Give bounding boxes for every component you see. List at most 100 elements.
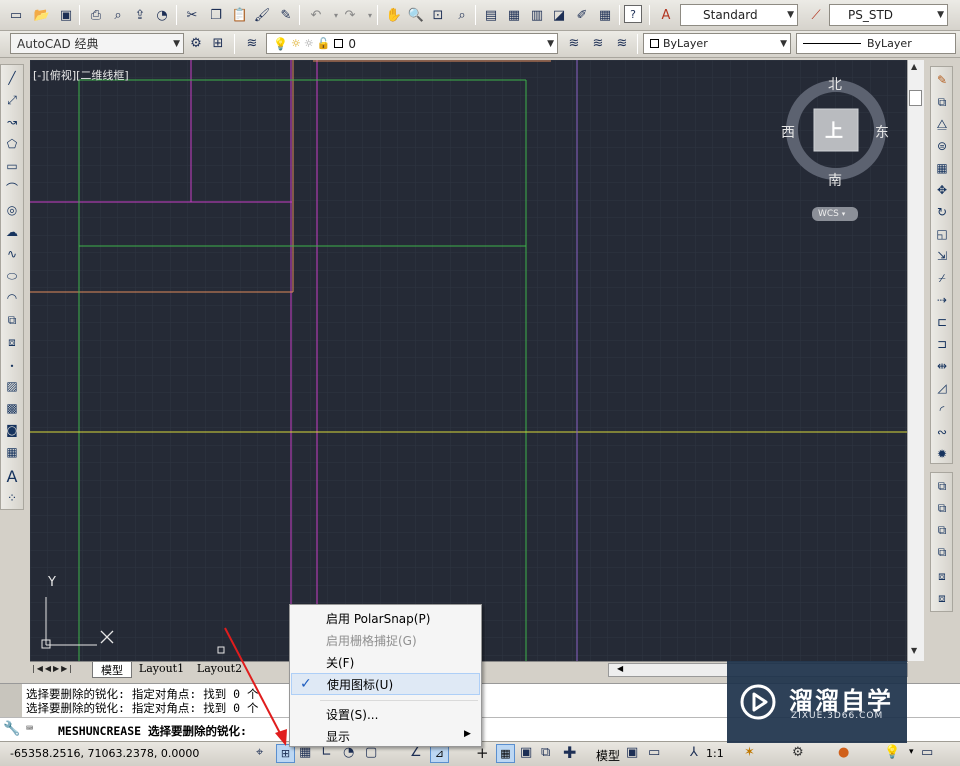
menu-item-enable-polarsnap[interactable]: 启用 PolarSnap(P) [291, 607, 480, 629]
line-icon[interactable]: ╱ [3, 69, 21, 87]
grid-display-icon[interactable]: ▦ [299, 745, 311, 760]
scroll-down-icon[interactable]: ▼ [911, 646, 917, 655]
pan-icon[interactable]: ✋ [384, 5, 404, 25]
annotation-visibility-icon[interactable]: ✶ [744, 745, 755, 760]
add-selected-icon[interactable]: ⁘ [3, 489, 21, 507]
markup-icon[interactable]: ✐ [572, 5, 592, 25]
tab-layout1[interactable]: Layout1 [134, 662, 189, 677]
layer-previous-icon[interactable]: ≋ [588, 33, 608, 53]
hatch-icon[interactable]: ▨ [3, 377, 21, 395]
vertical-scrollbar[interactable]: ▲ ▼ [907, 60, 924, 661]
region-icon[interactable]: ◙ [3, 421, 21, 439]
3d-osnap-icon[interactable]: ∠ [410, 745, 422, 760]
viewport-label[interactable]: [-][俯视][二维线框] [33, 67, 129, 83]
menu-item-off[interactable]: 关(F) [291, 651, 480, 673]
join-icon[interactable]: ⇹ [933, 357, 951, 375]
open-file-icon[interactable]: 📂 [32, 5, 52, 25]
workspace-switch-icon[interactable]: ⚙ [792, 745, 804, 760]
viewcube-south[interactable]: 南 [828, 170, 842, 190]
redo-icon[interactable]: ↷ [340, 5, 360, 25]
3d-dwf-icon[interactable]: ◔ [152, 5, 172, 25]
properties-icon[interactable]: ▤ [481, 5, 501, 25]
viewcube-north[interactable]: 北 [828, 74, 842, 94]
explode-icon[interactable]: ✹ [933, 445, 951, 463]
isolate-objects-icon[interactable]: 💡 [884, 745, 900, 760]
rectangle-icon[interactable]: ▭ [3, 157, 21, 175]
paste-icon[interactable]: 📋 [230, 5, 250, 25]
fillet-icon[interactable]: ◜ [933, 401, 951, 419]
tool-palettes-icon[interactable]: ▥ [527, 5, 547, 25]
make-current-layer-icon[interactable]: ≋ [564, 33, 584, 53]
mirror-icon[interactable]: ⧋ [933, 115, 951, 133]
workspace-save-icon[interactable]: ⊞ [208, 33, 228, 53]
print-icon[interactable]: ⎙ [86, 5, 106, 25]
color-select[interactable]: ByLayer ▼ [643, 33, 791, 54]
gradient-icon[interactable]: ▩ [3, 399, 21, 417]
circle-icon[interactable]: ◎ [3, 201, 21, 219]
bring-to-front-icon[interactable]: ⧉ [933, 477, 951, 495]
undo-icon[interactable]: ↶ [306, 5, 326, 25]
match-properties-icon[interactable]: 🖌 [252, 5, 272, 25]
polar-tracking-icon[interactable]: ◔ [343, 745, 354, 760]
design-center-icon[interactable]: ▦ [504, 5, 524, 25]
ellipse-arc-icon[interactable]: ◠ [3, 289, 21, 307]
send-to-back-icon[interactable]: ⧉ [933, 499, 951, 517]
revision-cloud-icon[interactable]: ☁ [3, 223, 21, 241]
erase-icon[interactable]: ✎ [933, 71, 951, 89]
text-to-front-icon[interactable]: ⧈ [933, 567, 951, 585]
dim-style-icon[interactable]: ⟋ [806, 5, 826, 25]
ellipse-icon[interactable]: ⬭ [3, 267, 21, 285]
workspace-settings-icon[interactable]: ⚙ [186, 33, 206, 53]
clean-screen-icon[interactable]: ▭ [921, 745, 933, 760]
new-file-icon[interactable]: ▭ [6, 5, 26, 25]
menu-item-settings[interactable]: 设置(S)... [291, 703, 480, 725]
point-icon[interactable]: • [3, 357, 21, 375]
transparency-icon[interactable]: ⧉ [541, 745, 550, 760]
arc-icon[interactable]: ⌒ [3, 179, 21, 197]
array-icon[interactable]: ▦ [933, 159, 951, 177]
copy-icon[interactable]: ❐ [206, 5, 226, 25]
coordinates-readout[interactable]: -65358.2516, 71063.2378, 0.0000 [10, 747, 199, 760]
drawing-canvas[interactable]: [-][俯视][二维线框] Y 北 南 东 西 上 WCS ▾ [30, 60, 907, 661]
recent-commands-icon[interactable]: ⌨ [26, 721, 33, 735]
menu-item-enable-grid-snap[interactable]: 启用栅格捕捉(G) [291, 629, 480, 651]
save-icon[interactable]: ▣ [56, 5, 76, 25]
zoom-previous-icon[interactable]: ⌕ [452, 5, 472, 25]
dim-style-select[interactable]: PS_STD ▼ [829, 4, 948, 26]
break-at-point-icon[interactable]: ⊏ [933, 313, 951, 331]
zoom-realtime-icon[interactable]: 🔍 [406, 5, 426, 25]
status-menu-icon[interactable]: ▾ [909, 747, 914, 757]
break-icon[interactable]: ⊐ [933, 335, 951, 353]
publish-icon[interactable]: ⇪ [130, 5, 150, 25]
text-style-select[interactable]: Standard ▼ [680, 4, 798, 26]
quickcalc-icon[interactable]: ▦ [595, 5, 615, 25]
text-style-icon[interactable]: A [656, 5, 676, 25]
tab-nav-arrows[interactable]: |◀◀▶▶| [32, 664, 74, 673]
sheet-set-icon[interactable]: ◪ [549, 5, 569, 25]
block-editor-icon[interactable]: ✎ [276, 5, 296, 25]
hatch-to-back-icon[interactable]: ⧈ [933, 589, 951, 607]
extend-icon[interactable]: ⇢ [933, 291, 951, 309]
model-space-button[interactable]: 模型 [596, 747, 620, 764]
stretch-icon[interactable]: ⇲ [933, 247, 951, 265]
quick-view-icon[interactable]: ▭ [648, 745, 660, 760]
object-snap-icon[interactable]: ▢ [365, 745, 377, 760]
dynamic-input-icon[interactable]: ▦ [496, 744, 515, 763]
customize-wrench-icon[interactable]: 🔧 [3, 721, 20, 737]
table-icon[interactable]: ▦ [3, 443, 21, 461]
command-grip[interactable] [0, 684, 22, 718]
wcs-menu[interactable]: WCS ▾ [812, 207, 858, 221]
make-block-icon[interactable]: ⧈ [3, 333, 21, 351]
ortho-mode-icon[interactable]: ∟ [321, 745, 332, 760]
viewcube-west[interactable]: 西 [781, 122, 795, 142]
offset-icon[interactable]: ⊜ [933, 137, 951, 155]
help-icon[interactable]: ? [624, 5, 642, 23]
print-preview-icon[interactable]: ⌕ [108, 5, 128, 25]
workspace-select[interactable]: AutoCAD 经典 ▼ [10, 33, 184, 54]
annotation-scale-value[interactable]: 1:1 [706, 747, 724, 760]
bring-above-icon[interactable]: ⧉ [933, 521, 951, 539]
menu-item-use-icons[interactable]: ✓ 使用图标(U) [291, 673, 480, 695]
trim-icon[interactable]: ⌿ [933, 269, 951, 287]
layout-icon[interactable]: ▣ [626, 745, 638, 760]
move-icon[interactable]: ✥ [933, 181, 951, 199]
